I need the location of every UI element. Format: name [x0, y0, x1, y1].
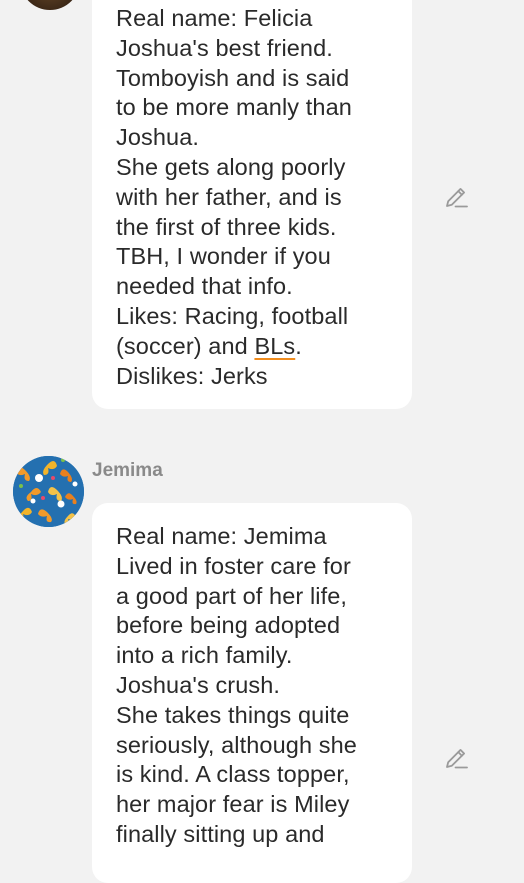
- message-line: a good part of her life,: [116, 582, 348, 609]
- message-line: TBH, I wonder if you: [116, 243, 331, 270]
- avatar-previous-sender[interactable]: [20, 0, 80, 10]
- message-line: seriously, although she: [116, 731, 357, 758]
- message-line: (soccer) and BLs.: [116, 332, 392, 362]
- sender-name: Jemima: [92, 460, 163, 481]
- message-line: Joshua's crush.: [116, 671, 281, 698]
- message-line: before being adopted: [116, 612, 341, 639]
- butterfly-avatar[interactable]: [13, 456, 84, 527]
- message-line: her major fear is Miley: [116, 791, 350, 818]
- message-text: .: [295, 332, 302, 359]
- message-line: She gets along poorly: [116, 153, 346, 180]
- message-bubble-felicia[interactable]: Real name: Felicia Joshua's best friend.…: [92, 0, 412, 409]
- message-line: is kind. A class topper,: [116, 761, 350, 788]
- message-text: (soccer) and: [116, 332, 255, 359]
- message-line: She takes things quite: [116, 701, 350, 728]
- message-line: Joshua's best friend.: [116, 34, 333, 61]
- pencil-icon[interactable]: [444, 185, 470, 211]
- message-line: finally sitting up and: [116, 820, 325, 847]
- message-line: Likes: Racing, football: [116, 302, 349, 329]
- message-line: with her father, and is: [116, 183, 342, 210]
- message-line: into a rich family.: [116, 642, 293, 669]
- message-line: Real name: Felicia: [116, 5, 313, 31]
- message-bubble-jemima[interactable]: Real name: Jemima Lived in foster care f…: [92, 503, 412, 883]
- pencil-icon[interactable]: [444, 746, 470, 772]
- message-line: Lived in foster care for: [116, 552, 351, 579]
- message-line: to be more manly than: [116, 94, 352, 121]
- message-line: the first of three kids.: [116, 213, 337, 240]
- message-line: Tomboyish and is said: [116, 64, 350, 91]
- message-line: Real name: Jemima: [116, 523, 327, 549]
- message-line: needed that info.: [116, 273, 293, 300]
- spellcheck-underlined-word[interactable]: BLs: [254, 333, 295, 359]
- message-line: Joshua.: [116, 124, 200, 151]
- message-line: Dislikes: Jerks: [116, 362, 268, 389]
